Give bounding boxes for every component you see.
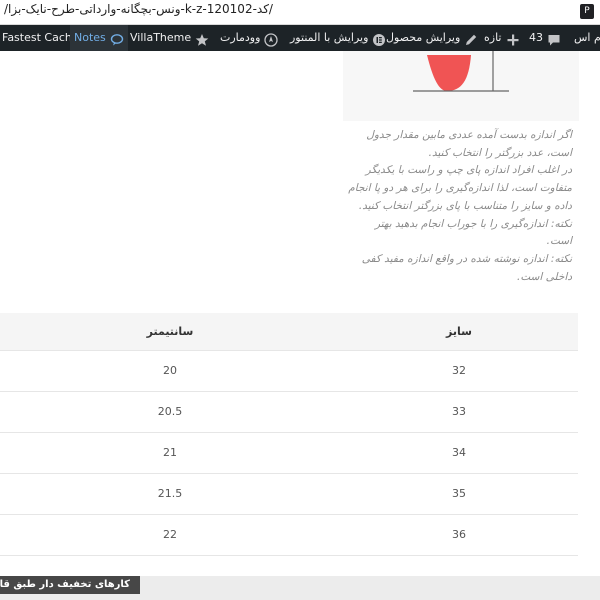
notes-menu[interactable]: Notes bbox=[70, 25, 128, 51]
desc-line: نکته: اندازه نوشته شده در واقع اندازه مف… bbox=[361, 252, 572, 265]
size-guide-image bbox=[343, 51, 579, 121]
discount-tag[interactable]: کارهای تخفیف دار طبق قانو bbox=[0, 576, 140, 594]
table-row: 21 34 bbox=[0, 432, 578, 474]
edit-with-elementor-menu[interactable]: ویرایش با المنتور bbox=[290, 25, 386, 51]
fastest-cache-label: Fastest Cache bbox=[2, 31, 79, 44]
cell-centimeter: 20.5 bbox=[0, 391, 340, 433]
cell-size: 32 bbox=[340, 350, 578, 392]
edit-product-label: ویرایش محصول bbox=[386, 31, 461, 44]
desc-line: متفاوت است، لذا اندازه‌گیری را برای هر د… bbox=[348, 182, 572, 195]
desc-line: نکته: اندازه‌گیری را با جوراب انجام بدهی… bbox=[374, 217, 572, 230]
edit-product-menu[interactable]: ویرایش محصول bbox=[386, 25, 478, 51]
site-name-label: ام اس bbox=[574, 31, 600, 44]
cell-centimeter: 22 bbox=[0, 514, 340, 556]
plus-icon bbox=[506, 31, 520, 46]
table-row: 20 32 bbox=[0, 350, 578, 392]
comment-icon bbox=[547, 31, 561, 46]
size-guide-description: اگر اندازه بدست آمده عددی مابین مقدار جد… bbox=[340, 127, 572, 286]
notes-label: Notes bbox=[74, 31, 106, 44]
size-table: سانتیمتر سایز 20 32 20.5 33 21 34 21.5 3… bbox=[0, 313, 578, 556]
table-header-row: سانتیمتر سایز bbox=[0, 313, 578, 351]
elementor-icon bbox=[372, 31, 386, 46]
site-name-menu[interactable]: ام اس bbox=[574, 25, 600, 51]
desc-line: است. bbox=[546, 235, 572, 248]
villatheme-label: VillaTheme bbox=[130, 31, 192, 44]
cell-size: 33 bbox=[340, 391, 578, 433]
header-centimeter: سانتیمتر bbox=[0, 313, 340, 351]
cell-size: 35 bbox=[340, 473, 578, 515]
header-size: سایز bbox=[340, 313, 578, 351]
desc-line: در اغلب افراد اندازه پای چپ و راست با یک… bbox=[365, 164, 572, 177]
comments-count: 43 bbox=[529, 31, 543, 44]
compass-icon bbox=[264, 31, 279, 47]
pencil-icon bbox=[464, 31, 478, 45]
extension-icon[interactable]: P bbox=[580, 4, 594, 19]
elementor-label: ویرایش با المنتور bbox=[290, 31, 369, 44]
cell-centimeter: 20 bbox=[0, 350, 340, 392]
desc-line: داده و سایز را متناسب با پای بزرگتر انتخ… bbox=[358, 199, 572, 212]
desc-line: است، عدد بزرگتر را انتخاب کنید. bbox=[428, 146, 572, 159]
browser-address-bar[interactable]: /کد-120102-k-z-ونس-بچگانه-وارداتی-طرح-نا… bbox=[0, 0, 600, 25]
star-icon bbox=[195, 31, 209, 46]
bottom-section: کارهای تخفیف دار طبق قانو bbox=[0, 576, 600, 600]
url-text[interactable]: /کد-120102-k-z-ونس-بچگانه-وارداتی-طرح-نا… bbox=[4, 2, 570, 16]
new-label: تازه bbox=[484, 31, 502, 44]
comments-menu[interactable]: 43 bbox=[529, 25, 561, 51]
table-row: 20.5 33 bbox=[0, 391, 578, 433]
fastest-cache-menu[interactable]: Fastest Cache bbox=[2, 25, 79, 51]
villatheme-menu[interactable]: VillaTheme bbox=[130, 25, 209, 51]
desc-line: اگر اندازه بدست آمده عددی مابین مقدار جد… bbox=[366, 129, 572, 141]
cell-centimeter: 21 bbox=[0, 432, 340, 474]
cell-centimeter: 21.5 bbox=[0, 473, 340, 515]
wp-admin-bar: Fastest Cache Notes VillaTheme وودمارت و… bbox=[0, 25, 600, 51]
cell-size: 34 bbox=[340, 432, 578, 474]
new-content-menu[interactable]: تازه bbox=[484, 25, 520, 51]
speech-bubble-icon bbox=[110, 31, 124, 46]
cell-size: 36 bbox=[340, 514, 578, 556]
woodmart-label: وودمارت bbox=[220, 31, 261, 44]
foot-shape bbox=[427, 55, 471, 91]
desc-line: داخلی است. bbox=[516, 270, 572, 283]
product-content: اگر اندازه بدست آمده عددی مابین مقدار جد… bbox=[0, 51, 600, 576]
table-row: 21.5 35 bbox=[0, 473, 578, 515]
woodmart-menu[interactable]: وودمارت bbox=[220, 25, 279, 51]
table-row: 22 36 bbox=[0, 514, 578, 556]
